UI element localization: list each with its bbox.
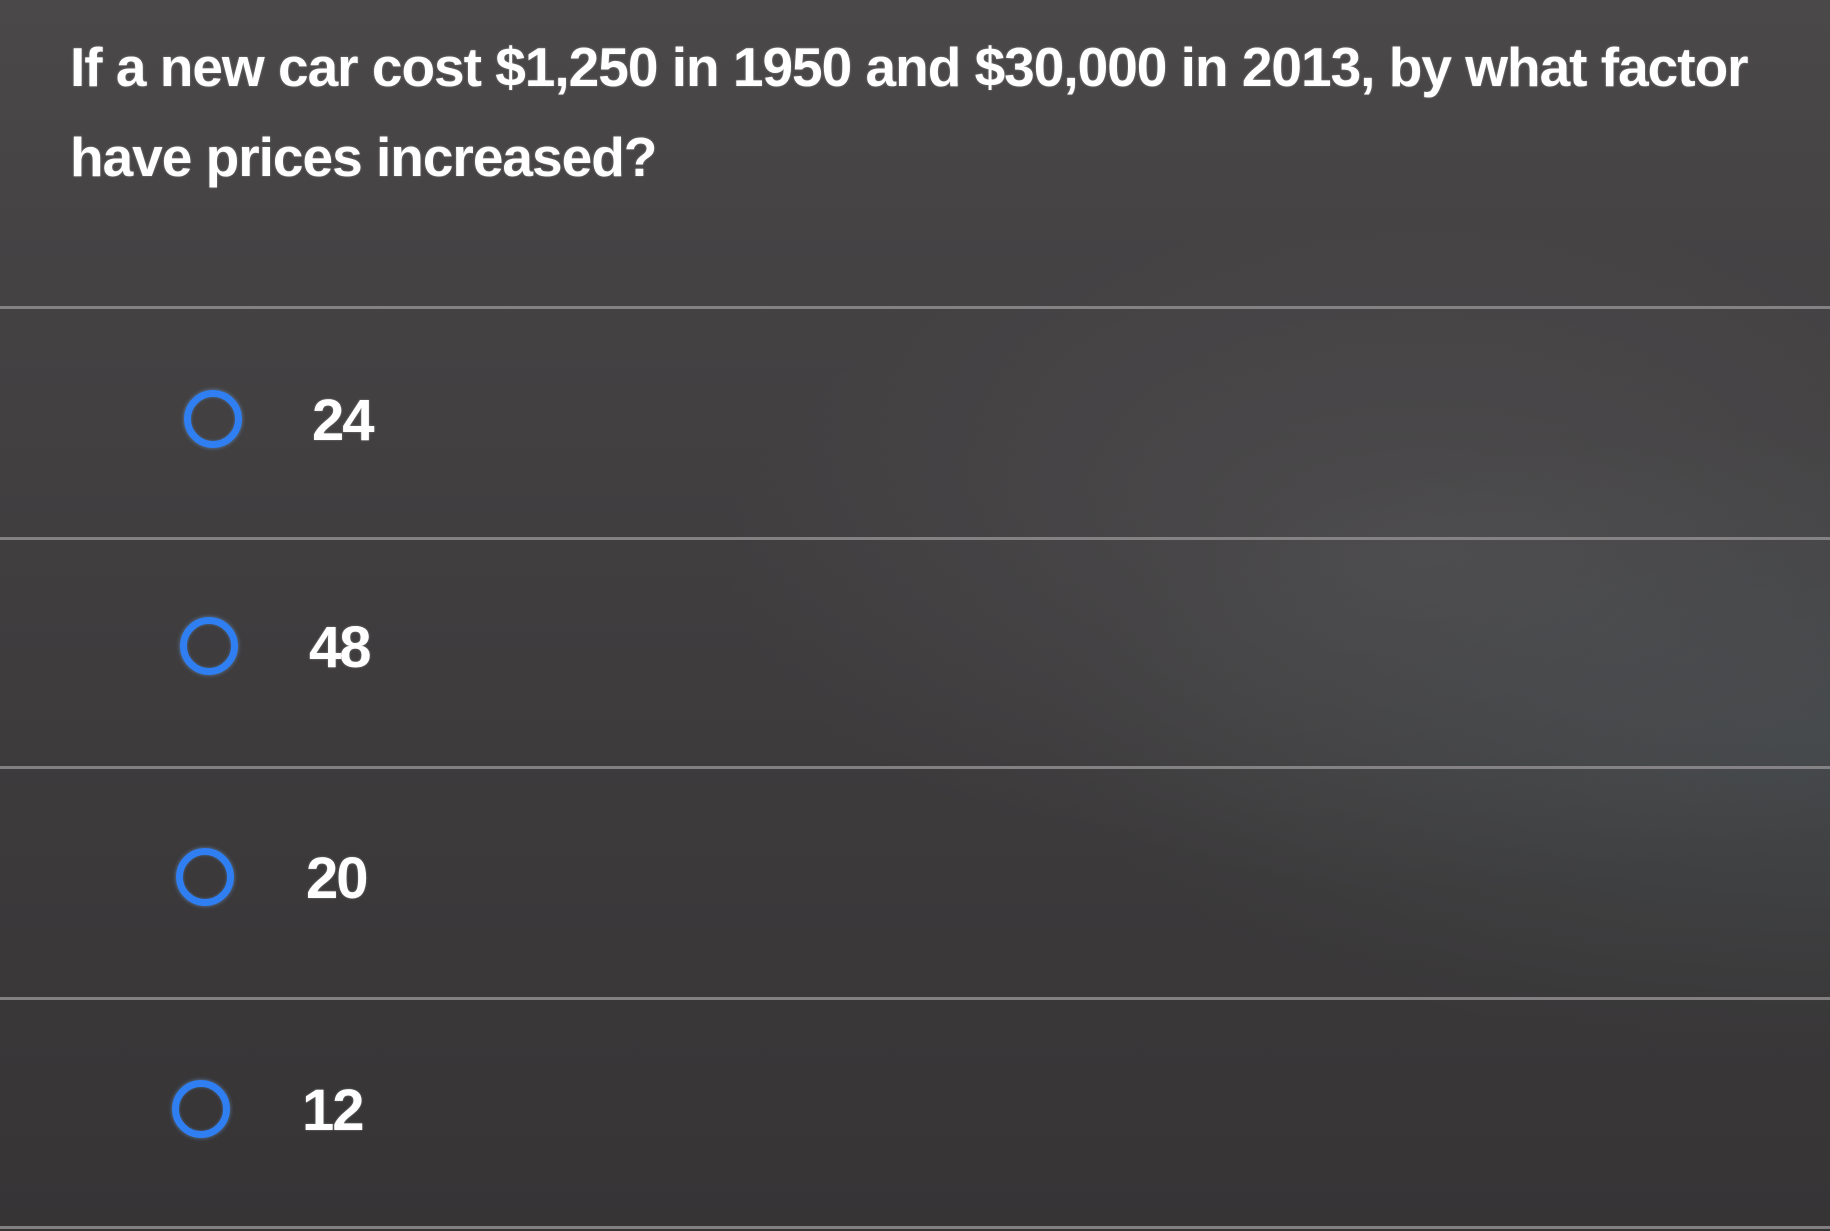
answer-option-4[interactable]: 12 (0, 1000, 1830, 1225)
question-area: If a new car cost $1,250 in 1950 and $30… (0, 0, 1830, 306)
radio-button-1[interactable] (184, 390, 242, 448)
answer-option-label-2: 48 (309, 615, 371, 680)
answer-option-1[interactable]: 24 (0, 309, 1830, 534)
quiz-screen: If a new car cost $1,250 in 1950 and $30… (0, 0, 1830, 1231)
answer-option-2[interactable]: 48 (0, 540, 1830, 765)
answer-option-label-1: 24 (312, 388, 374, 453)
radio-button-2[interactable] (180, 617, 238, 675)
radio-button-4[interactable] (172, 1080, 230, 1138)
answer-option-3[interactable]: 20 (0, 769, 1830, 994)
answer-option-label-3: 20 (306, 846, 368, 911)
answer-option-label-4: 12 (302, 1078, 364, 1143)
radio-button-3[interactable] (176, 848, 234, 906)
question-text: If a new car cost $1,250 in 1950 and $30… (70, 36, 1749, 188)
divider (0, 1226, 1830, 1229)
